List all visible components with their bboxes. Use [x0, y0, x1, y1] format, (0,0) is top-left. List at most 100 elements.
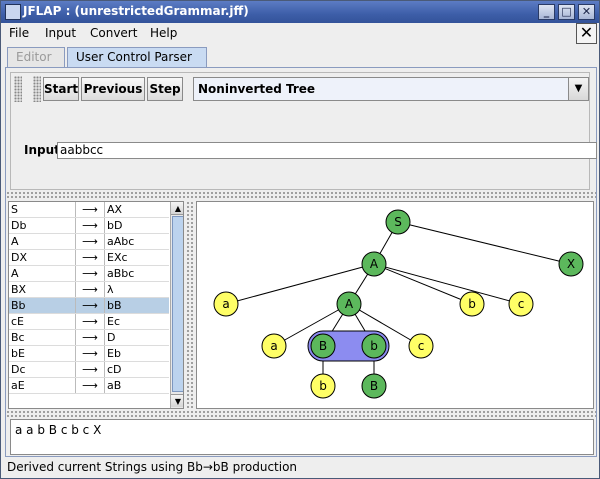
close-tab-button[interactable]: ✕ [576, 23, 597, 44]
arrow-icon: ⟶ [75, 250, 105, 265]
scroll-thumb[interactable] [172, 216, 183, 392]
horizontal-splitter-top[interactable] [6, 191, 596, 199]
arrow-icon: ⟶ [75, 218, 105, 233]
arrow-icon: ⟶ [75, 202, 105, 217]
toolbar-grip[interactable] [14, 76, 22, 102]
tree-edge [397, 221, 572, 265]
production-rhs: aBbc [107, 267, 135, 280]
production-lhs: Db [11, 219, 27, 232]
production-lhs: BX [11, 283, 27, 296]
minimize-button[interactable]: _ [538, 4, 555, 20]
production-lhs: bE [11, 347, 25, 360]
title-bar[interactable]: JFLAP : (unrestrictedGrammar.jff) _ □ ✕ [1, 1, 599, 23]
production-lhs: A [11, 267, 19, 280]
production-row[interactable]: A ⟶ aBbc [9, 266, 169, 282]
tree-node-label: c [418, 339, 425, 353]
tree-node[interactable]: B [361, 373, 387, 399]
app-icon [5, 4, 21, 20]
arrow-icon: ⟶ [75, 266, 105, 281]
parser-panel: Start Previous Step Noninverted Tree ▼ I… [5, 67, 597, 457]
arrow-icon: ⟶ [75, 330, 105, 345]
view-mode-value: Noninverted Tree [198, 82, 316, 96]
production-lhs: Dc [11, 363, 26, 376]
table-scrollbar[interactable]: ▲ ▼ [170, 202, 183, 408]
status-bar: Derived current Strings using Bb→bB prod… [1, 458, 599, 478]
maximize-button[interactable]: □ [558, 4, 575, 20]
parse-tree-svg: S A Xa Ab c a Bb c b B [213, 209, 584, 399]
production-rhs: D [107, 331, 116, 344]
previous-button[interactable]: Previous [81, 77, 145, 101]
scroll-up-icon[interactable]: ▲ [171, 202, 183, 215]
tab-strip: Editor User Control Parser [1, 47, 599, 67]
production-row[interactable]: DX ⟶ EXc [9, 250, 169, 266]
tree-node-label: B [370, 379, 378, 393]
production-rhs: Eb [107, 347, 121, 360]
menu-bar: File Input Convert Help [1, 23, 599, 45]
tree-node-label: X [567, 257, 575, 271]
tree-node[interactable]: c [408, 333, 434, 359]
tree-node-label: b [370, 339, 378, 353]
production-row[interactable]: aE ⟶ aB [9, 378, 169, 394]
production-row[interactable]: S ⟶ AX [9, 202, 169, 218]
tree-node-label: b [468, 297, 476, 311]
production-rhs: aAbc [107, 235, 135, 248]
tree-node-label: b [319, 379, 327, 393]
production-lhs: Bc [11, 331, 25, 344]
tree-edge [373, 263, 473, 305]
production-rhs: aB [107, 379, 122, 392]
view-mode-select[interactable]: Noninverted Tree ▼ [193, 77, 589, 101]
menu-input[interactable]: Input [45, 26, 76, 40]
tree-node[interactable]: b [361, 333, 387, 359]
arrow-icon: ⟶ [75, 362, 105, 377]
tree-edge [373, 263, 522, 305]
menu-convert[interactable]: Convert [90, 26, 137, 40]
tree-node[interactable]: X [558, 251, 584, 277]
tree-node-label: B [319, 339, 327, 353]
production-row[interactable]: A ⟶ aAbc [9, 234, 169, 250]
toolbar-grip-inner[interactable] [33, 76, 41, 102]
tree-node-label: a [270, 339, 277, 353]
menu-help[interactable]: Help [150, 26, 177, 40]
tree-node[interactable]: A [336, 291, 362, 317]
tab-user-control-parser[interactable]: User Control Parser [67, 47, 207, 67]
production-row[interactable]: cE ⟶ Ec [9, 314, 169, 330]
production-row[interactable]: BX ⟶ λ [9, 282, 169, 298]
production-rhs: bD [107, 219, 123, 232]
tree-node[interactable]: A [361, 251, 387, 277]
arrow-icon: ⟶ [75, 378, 105, 393]
input-label: Input [24, 143, 60, 157]
production-row[interactable]: Bc ⟶ D [9, 330, 169, 346]
horizontal-splitter-bottom[interactable] [6, 410, 596, 418]
arrow-icon: ⟶ [75, 346, 105, 361]
production-row[interactable]: Dc ⟶ cD [9, 362, 169, 378]
arrow-icon: ⟶ [75, 282, 105, 297]
window-close-button[interactable]: ✕ [578, 4, 595, 20]
scroll-down-icon[interactable]: ▼ [171, 394, 183, 407]
production-row[interactable]: Bb ⟶ bB [9, 298, 169, 314]
input-field[interactable]: aabbcc [57, 142, 597, 159]
tab-editor[interactable]: Editor [7, 47, 65, 67]
tree-node[interactable]: c [508, 291, 534, 317]
toolbar-area: Start Previous Step Noninverted Tree ▼ I… [10, 72, 597, 190]
production-row[interactable]: bE ⟶ Eb [9, 346, 169, 362]
start-button[interactable]: Start [43, 77, 79, 101]
production-rhs: Ec [107, 315, 120, 328]
tree-node[interactable]: B [310, 333, 336, 359]
vertical-splitter[interactable] [186, 201, 194, 409]
production-row[interactable]: Db ⟶ bD [9, 218, 169, 234]
derivation-output: a a b B c b c X [10, 419, 594, 455]
production-table: S ⟶ AX Db ⟶ bD A ⟶ aAbc DX ⟶ EXc A ⟶ aBbc BX ⟶ λ Bb ⟶ bB cE ⟶ E… [8, 201, 184, 409]
chevron-down-icon[interactable]: ▼ [568, 78, 588, 100]
production-lhs: Bb [11, 299, 26, 312]
production-lhs: DX [11, 251, 28, 264]
production-rhs: EXc [107, 251, 128, 264]
production-rhs: bB [107, 299, 122, 312]
tree-node[interactable]: S [385, 209, 411, 235]
production-rhs: λ [107, 283, 114, 296]
step-button[interactable]: Step [147, 77, 183, 101]
menu-file[interactable]: File [9, 26, 29, 40]
tree-node[interactable]: b [459, 291, 485, 317]
tree-node[interactable]: a [261, 333, 287, 359]
tree-node[interactable]: b [310, 373, 336, 399]
tree-node[interactable]: a [213, 291, 239, 317]
